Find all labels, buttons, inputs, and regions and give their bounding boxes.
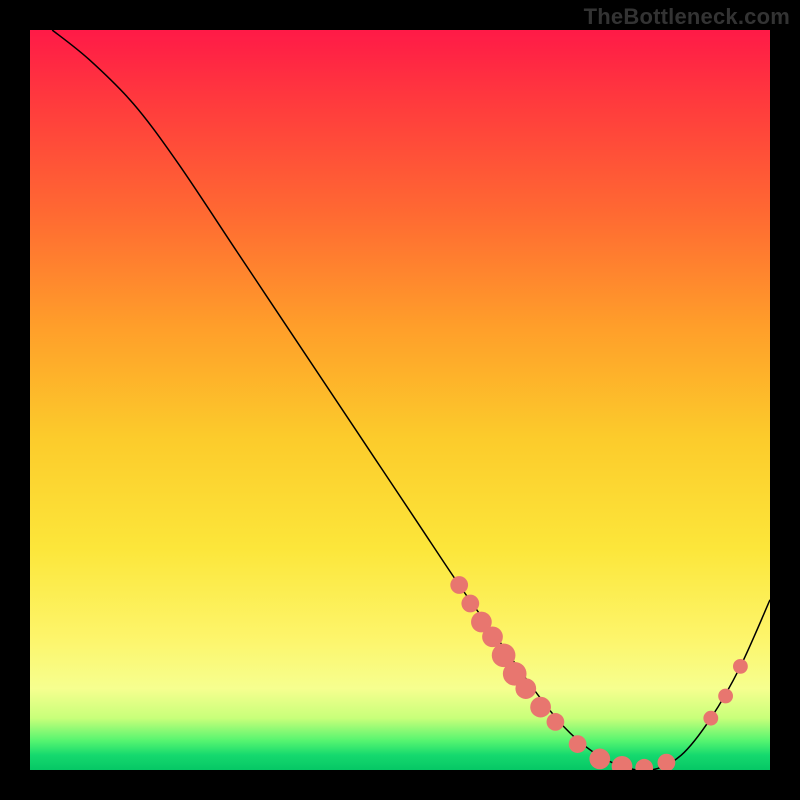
- chart-stage: TheBottleneck.com: [0, 0, 800, 800]
- data-marker: [612, 756, 633, 770]
- data-marker: [589, 749, 610, 770]
- watermark-label: TheBottleneck.com: [584, 4, 790, 30]
- curve-path: [52, 30, 770, 770]
- data-marker: [547, 713, 565, 731]
- data-marker: [461, 595, 479, 613]
- data-marker: [635, 759, 653, 770]
- data-marker: [658, 754, 676, 770]
- markers-layer: [450, 576, 747, 770]
- data-marker: [515, 678, 536, 699]
- data-marker: [482, 626, 503, 647]
- data-marker: [569, 735, 587, 753]
- data-marker: [530, 697, 551, 718]
- curve-layer: [52, 30, 770, 770]
- data-marker: [718, 689, 733, 704]
- plot-area: [30, 30, 770, 770]
- data-marker: [733, 659, 748, 674]
- chart-svg: [30, 30, 770, 770]
- data-marker: [703, 711, 718, 726]
- data-marker: [450, 576, 468, 594]
